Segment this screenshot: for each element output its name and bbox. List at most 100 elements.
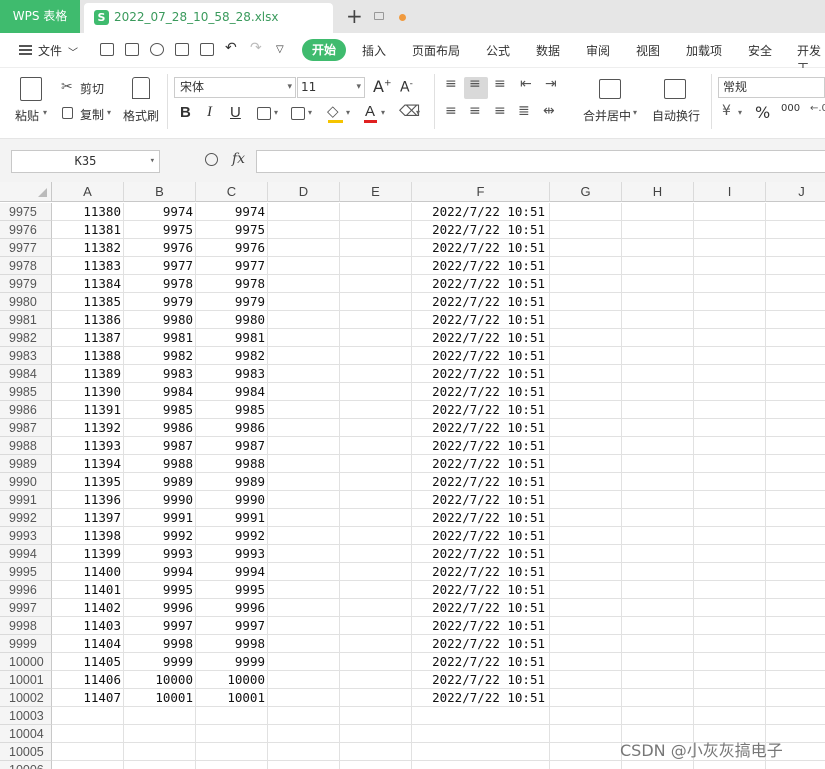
tab-security[interactable]: 安全 bbox=[748, 42, 772, 59]
cell-b[interactable]: 9997 bbox=[124, 617, 196, 635]
row-header[interactable]: 10004 bbox=[0, 725, 52, 743]
cell-b[interactable]: 9993 bbox=[124, 545, 196, 563]
cell-g[interactable] bbox=[550, 437, 622, 455]
italic-button[interactable]: I bbox=[207, 104, 212, 121]
percent-button[interactable]: % bbox=[755, 103, 770, 122]
cell-b[interactable]: 9994 bbox=[124, 563, 196, 581]
cell-i[interactable] bbox=[694, 311, 766, 329]
cell-b[interactable]: 9981 bbox=[124, 329, 196, 347]
cell-d[interactable] bbox=[268, 401, 340, 419]
cell-c[interactable]: 9978 bbox=[196, 275, 268, 293]
cell-g[interactable] bbox=[550, 347, 622, 365]
distribute-icon[interactable]: ⇹ bbox=[543, 103, 555, 119]
currency-icon[interactable]: ¥ bbox=[722, 103, 731, 119]
cell-g[interactable] bbox=[550, 761, 622, 769]
cell-f[interactable]: 2022/7/22 10:51 bbox=[412, 329, 550, 347]
cell-c[interactable]: 9991 bbox=[196, 509, 268, 527]
cell-a[interactable]: 11380 bbox=[52, 203, 124, 221]
cell-b[interactable] bbox=[124, 725, 196, 743]
cell-e[interactable] bbox=[340, 617, 412, 635]
cell-b[interactable]: 9990 bbox=[124, 491, 196, 509]
cell-style-icon[interactable] bbox=[291, 107, 305, 120]
cell-a[interactable]: 11406 bbox=[52, 671, 124, 689]
app-tab[interactable]: WPS 表格 bbox=[0, 0, 80, 33]
justify-icon[interactable]: ≣ bbox=[518, 103, 530, 119]
cell-j[interactable] bbox=[766, 599, 825, 617]
border-icon[interactable] bbox=[257, 107, 271, 120]
cell-b[interactable]: 9998 bbox=[124, 635, 196, 653]
cell-d[interactable] bbox=[268, 473, 340, 491]
cell-c[interactable]: 9981 bbox=[196, 329, 268, 347]
tab-data[interactable]: 数据 bbox=[536, 42, 560, 59]
cell-f[interactable]: 2022/7/22 10:51 bbox=[412, 473, 550, 491]
chevron-down-icon[interactable]: ﹀ bbox=[68, 44, 78, 59]
align-right-icon[interactable]: ≡ bbox=[494, 103, 506, 119]
row-header[interactable]: 9981 bbox=[0, 311, 52, 329]
cell-i[interactable] bbox=[694, 275, 766, 293]
cell-g[interactable] bbox=[550, 689, 622, 707]
cell-b[interactable]: 9992 bbox=[124, 527, 196, 545]
cell-d[interactable] bbox=[268, 509, 340, 527]
cell-e[interactable] bbox=[340, 509, 412, 527]
grow-font-button[interactable]: A+ bbox=[373, 77, 392, 96]
file-menu[interactable]: 文件 bbox=[38, 42, 62, 59]
cell-f[interactable]: 2022/7/22 10:51 bbox=[412, 221, 550, 239]
increase-decimal-icon[interactable]: ←.0 bbox=[810, 103, 825, 114]
cell-d[interactable] bbox=[268, 689, 340, 707]
row-header[interactable]: 10005 bbox=[0, 743, 52, 761]
cell-a[interactable]: 11388 bbox=[52, 347, 124, 365]
font-size-select[interactable]: 11 ▾ bbox=[297, 77, 365, 98]
format-painter-icon[interactable] bbox=[132, 77, 150, 99]
cell-e[interactable] bbox=[340, 347, 412, 365]
format-painter-button[interactable]: 格式刷 bbox=[123, 107, 159, 124]
cell-g[interactable] bbox=[550, 707, 622, 725]
cell-f[interactable]: 2022/7/22 10:51 bbox=[412, 563, 550, 581]
cell-d[interactable] bbox=[268, 365, 340, 383]
cell-d[interactable] bbox=[268, 581, 340, 599]
cell-g[interactable] bbox=[550, 725, 622, 743]
cell-a[interactable]: 11381 bbox=[52, 221, 124, 239]
name-box[interactable]: K35 ▾ bbox=[11, 150, 160, 173]
cell-j[interactable] bbox=[766, 455, 825, 473]
tab-insert[interactable]: 插入 bbox=[362, 42, 386, 59]
cell-e[interactable] bbox=[340, 437, 412, 455]
cell-e[interactable] bbox=[340, 689, 412, 707]
cell-a[interactable]: 11383 bbox=[52, 257, 124, 275]
cell-d[interactable] bbox=[268, 239, 340, 257]
cell-a[interactable]: 11392 bbox=[52, 419, 124, 437]
column-header-i[interactable]: I bbox=[694, 182, 766, 202]
column-header-f[interactable]: F bbox=[412, 182, 550, 202]
cell-i[interactable] bbox=[694, 491, 766, 509]
cell-i[interactable] bbox=[694, 419, 766, 437]
cell-f[interactable]: 2022/7/22 10:51 bbox=[412, 239, 550, 257]
column-header-d[interactable]: D bbox=[268, 182, 340, 202]
cell-g[interactable] bbox=[550, 401, 622, 419]
row-header[interactable]: 9991 bbox=[0, 491, 52, 509]
cell-h[interactable] bbox=[622, 419, 694, 437]
cell-i[interactable] bbox=[694, 653, 766, 671]
cell-b[interactable]: 9979 bbox=[124, 293, 196, 311]
cell-e[interactable] bbox=[340, 743, 412, 761]
tab-review[interactable]: 审阅 bbox=[586, 42, 610, 59]
cell-d[interactable] bbox=[268, 725, 340, 743]
cell-c[interactable]: 9984 bbox=[196, 383, 268, 401]
cell-i[interactable] bbox=[694, 761, 766, 769]
font-name-select[interactable]: 宋体 ▾ bbox=[174, 77, 296, 98]
cell-e[interactable] bbox=[340, 257, 412, 275]
cell-i[interactable] bbox=[694, 563, 766, 581]
cell-i[interactable] bbox=[694, 509, 766, 527]
cell-i[interactable] bbox=[694, 617, 766, 635]
cell-e[interactable] bbox=[340, 545, 412, 563]
cell-c[interactable]: 9994 bbox=[196, 563, 268, 581]
row-header[interactable]: 9998 bbox=[0, 617, 52, 635]
cell-c[interactable]: 9980 bbox=[196, 311, 268, 329]
thousands-button[interactable]: 000 bbox=[781, 103, 800, 114]
cell-f[interactable]: 2022/7/22 10:51 bbox=[412, 311, 550, 329]
cell-d[interactable] bbox=[268, 311, 340, 329]
cell-a[interactable]: 11389 bbox=[52, 365, 124, 383]
cell-g[interactable] bbox=[550, 203, 622, 221]
column-header-j[interactable]: J bbox=[766, 182, 825, 202]
cell-d[interactable] bbox=[268, 437, 340, 455]
cell-j[interactable] bbox=[766, 689, 825, 707]
cell-h[interactable] bbox=[622, 239, 694, 257]
